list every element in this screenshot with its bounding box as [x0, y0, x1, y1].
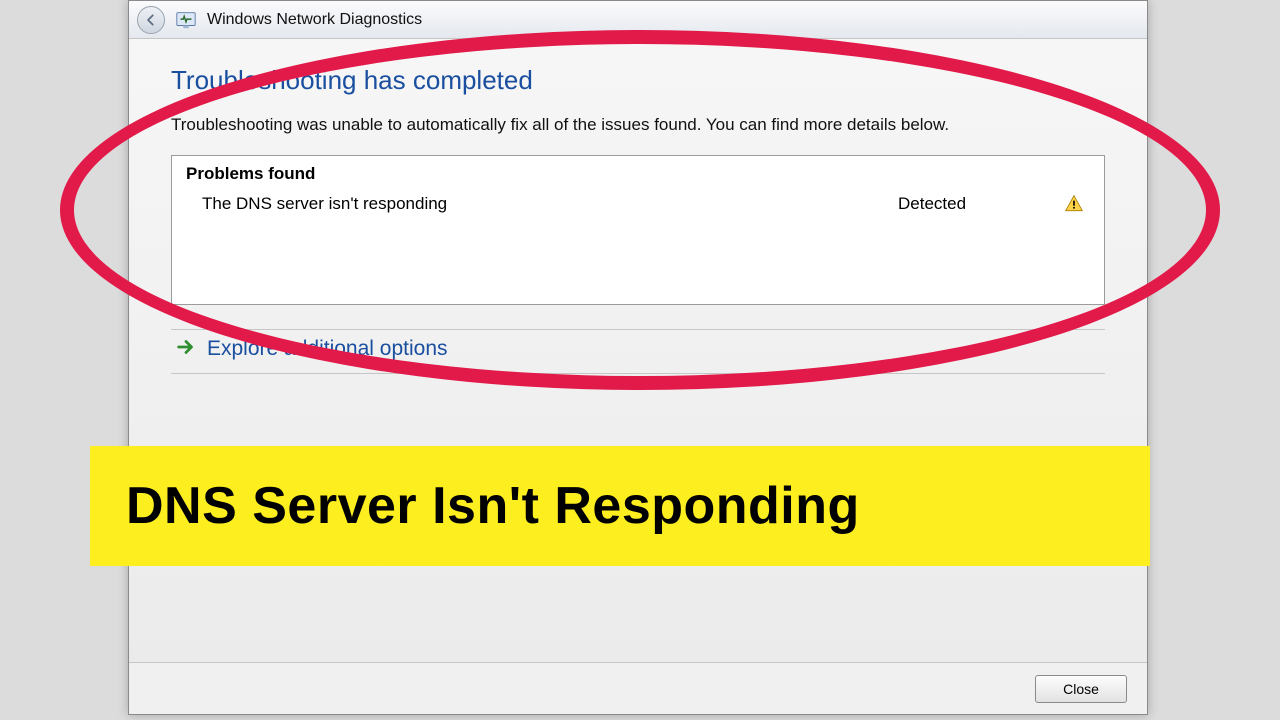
dialog-footer: Close: [129, 662, 1147, 714]
close-button[interactable]: Close: [1035, 675, 1127, 703]
arrow-left-icon: [144, 13, 158, 27]
arrow-right-green-icon: [175, 336, 197, 363]
annotation-yellow-banner: DNS Server Isn't Responding: [90, 446, 1150, 566]
page-heading: Troubleshooting has completed: [171, 65, 1105, 96]
titlebar: Windows Network Diagnostics: [129, 1, 1147, 39]
back-button[interactable]: [137, 6, 165, 34]
explore-label: Explore additional options: [207, 337, 448, 361]
annotation-banner-text: DNS Server Isn't Responding: [126, 476, 860, 536]
problems-found-box: Problems found The DNS server isn't resp…: [171, 155, 1105, 305]
problem-description: The DNS server isn't responding: [202, 194, 898, 214]
dialog-body: Troubleshooting has completed Troublesho…: [129, 39, 1147, 498]
diagnostics-icon: [175, 9, 197, 31]
warning-icon: [1058, 194, 1090, 214]
troubleshooter-dialog: Windows Network Diagnostics Troubleshoot…: [128, 0, 1148, 715]
problems-found-header: Problems found: [186, 164, 1090, 184]
problem-row[interactable]: The DNS server isn't responding Detected: [186, 194, 1090, 214]
problem-status: Detected: [898, 194, 1058, 214]
window-title: Windows Network Diagnostics: [207, 11, 422, 29]
page-subtext: Troubleshooting was unable to automatica…: [171, 114, 1105, 137]
explore-additional-options[interactable]: Explore additional options: [171, 329, 1105, 374]
